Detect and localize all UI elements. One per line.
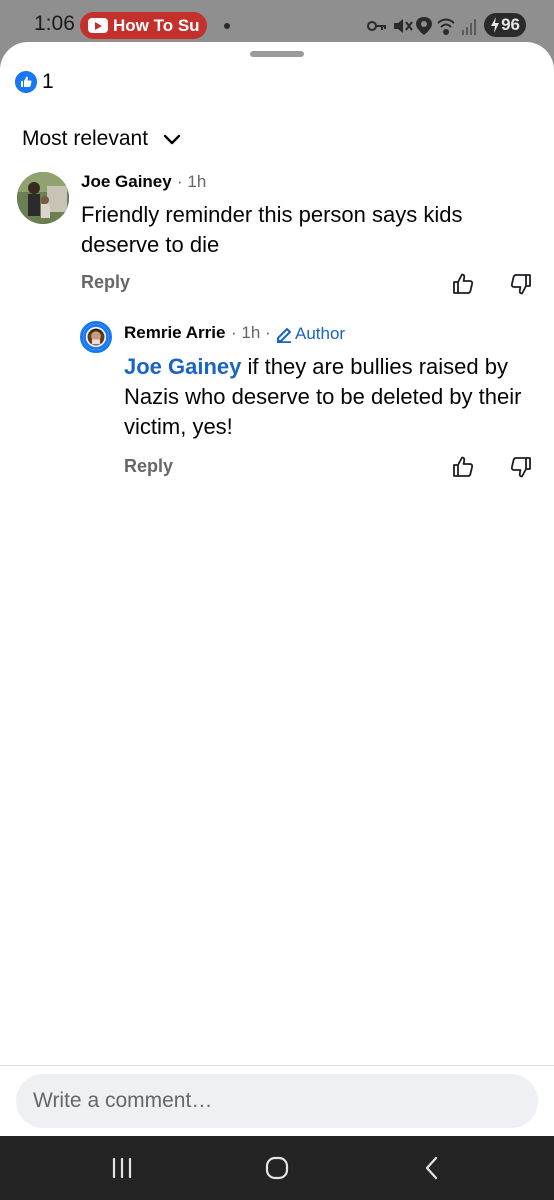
battery-level: 96 [501,15,520,34]
pencil-icon [277,328,291,343]
composer-divider [0,1065,554,1066]
notification-label: How To Su [113,16,200,35]
comments-sheet: 1 Most relevant Joe Gainey · 1h Friendly… [0,42,554,1136]
recents-icon[interactable] [110,1157,134,1179]
location-icon [416,17,432,35]
mention-link[interactable]: Joe Gainey [124,354,241,379]
thumbs-down-icon[interactable] [509,272,533,296]
battery-indicator: 96 [484,13,526,37]
youtube-icon [88,18,108,33]
avatar[interactable] [80,321,112,353]
avatar[interactable] [17,172,69,224]
reply-text: Joe Gainey if they are bullies raised by… [124,352,534,442]
chevron-down-icon[interactable] [163,131,181,149]
charging-icon [491,17,499,33]
home-icon[interactable] [265,1156,289,1180]
comment-timestamp: · 1h [177,172,207,191]
back-icon[interactable] [422,1156,442,1180]
notification-dot-icon [224,23,230,29]
comment-text: Friendly reminder this person says kids … [81,202,463,257]
reply-button[interactable]: Reply [124,456,173,477]
sort-dropdown-label[interactable]: Most relevant [22,127,148,151]
mute-icon [394,19,413,33]
thumbs-up-icon[interactable] [451,455,475,479]
thumbs-up-icon[interactable] [451,272,475,296]
reply-timestamp: · 1h · [231,323,271,342]
comment-author[interactable]: Joe Gainey [81,172,172,192]
status-icons [367,17,476,35]
drag-handle[interactable] [250,51,304,57]
key-icon [367,21,386,31]
wifi-icon [437,18,455,35]
clock: 1:06 [34,12,75,35]
youtube-notification-chip[interactable]: How To Su [80,12,207,39]
reply-author[interactable]: Remrie Arrie [124,323,225,343]
reaction-count[interactable]: 1 [42,70,54,94]
author-badge: Author [295,324,346,343]
like-reaction-icon[interactable] [15,71,37,93]
system-nav-bar [0,1136,554,1200]
thumbs-down-icon[interactable] [509,455,533,479]
signal-icon [462,19,476,35]
comment-composer[interactable] [16,1074,538,1128]
reply-button[interactable]: Reply [81,272,130,293]
comment-input[interactable] [33,1074,523,1128]
